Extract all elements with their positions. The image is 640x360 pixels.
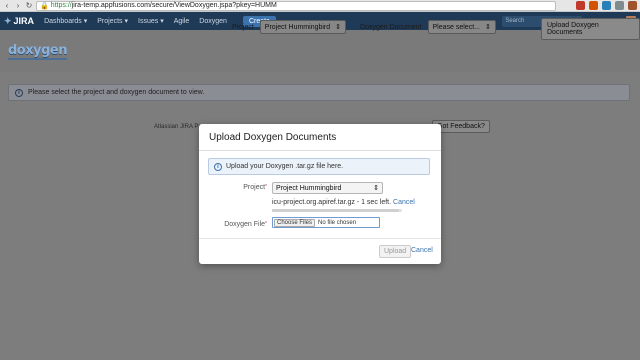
chevron-updown-icon: ⇕ xyxy=(373,185,379,192)
back-icon[interactable]: ‹ xyxy=(3,1,11,11)
dialog-info-text: Upload your Doxygen .tar.gz file here. xyxy=(226,163,344,170)
footer-text: Atlassian JIRA Pro xyxy=(154,124,204,130)
file-field-label: Doxygen File* xyxy=(209,221,267,228)
reload-icon[interactable]: ↻ xyxy=(25,1,33,11)
divider xyxy=(199,150,441,151)
info-icon: i xyxy=(214,162,222,171)
chevron-updown-icon: ⇕ xyxy=(484,24,491,31)
upload-progress-fill xyxy=(272,209,400,212)
extension-icons xyxy=(576,1,637,10)
upload-documents-button[interactable]: Upload Doxygen Documents xyxy=(541,18,640,40)
forward-icon[interactable]: › xyxy=(14,1,22,11)
avatar-icon[interactable] xyxy=(628,1,637,10)
jira-logo-icon: ✦ xyxy=(4,15,12,26)
info-banner: i Please select the project and doxygen … xyxy=(8,84,630,101)
project-field-label: Project* xyxy=(219,184,267,191)
extension-icon[interactable] xyxy=(602,1,611,10)
upload-status: icu-project.org.apiref.tar.gz - 1 sec le… xyxy=(272,199,415,206)
no-file-text: No file chosen xyxy=(318,219,357,226)
chevron-updown-icon: ⇕ xyxy=(335,24,342,31)
choose-files-button[interactable]: Choose Files xyxy=(274,218,316,227)
upload-button[interactable]: Upload xyxy=(379,245,412,258)
jira-logo[interactable]: ✦ JIRA xyxy=(4,16,34,27)
info-banner-text: Please select the project and doxygen do… xyxy=(28,89,205,96)
nav-issues[interactable]: Issues ▾ xyxy=(138,17,164,25)
extension-icon[interactable] xyxy=(615,1,624,10)
nav-dashboards[interactable]: Dashboards ▾ xyxy=(44,17,87,25)
upload-dialog: Upload Doxygen Documents i Upload your D… xyxy=(199,124,441,264)
required-marker: * xyxy=(265,184,267,190)
divider xyxy=(199,238,441,239)
project-select-value: Project Hummingbird xyxy=(264,23,331,31)
doc-selector: Project Project Hummingbird ⇕ Doxygen Do… xyxy=(232,20,496,34)
document-select[interactable]: Please select... ⇕ xyxy=(427,20,496,34)
cancel-button[interactable]: Cancel xyxy=(411,247,433,254)
extension-icon[interactable] xyxy=(576,1,585,10)
file-input[interactable]: Choose Files No file chosen xyxy=(272,217,380,228)
dialog-title: Upload Doxygen Documents xyxy=(209,132,337,143)
file-field-label-text: Doxygen File xyxy=(224,221,266,228)
dialog-info-message: i Upload your Doxygen .tar.gz file here. xyxy=(208,158,430,175)
info-icon: i xyxy=(15,88,23,97)
required-marker: * xyxy=(265,221,267,227)
document-select-value: Please select... xyxy=(432,23,480,31)
browser-toolbar: ‹ › ↻ 🔒 https:// jira-temp.appfusions.co… xyxy=(0,0,640,12)
nav-doxygen[interactable]: Doxygen xyxy=(199,18,227,25)
upload-status-text: icu-project.org.apiref.tar.gz - 1 sec le… xyxy=(272,199,392,206)
url-scheme: https:// xyxy=(50,2,72,9)
dialog-project-value: Project Hummingbird xyxy=(276,184,342,192)
extension-icon[interactable] xyxy=(589,1,598,10)
upload-progress-bar xyxy=(272,209,402,212)
document-label: Doxygen Document xyxy=(360,23,422,31)
dialog-project-select[interactable]: Project Hummingbird ⇕ xyxy=(272,182,383,194)
nav-agile[interactable]: Agile xyxy=(174,18,190,25)
project-select[interactable]: Project Hummingbird ⇕ xyxy=(259,20,347,34)
nav-projects[interactable]: Projects ▾ xyxy=(97,17,128,25)
url-path: jira-temp.appfusions.com/secure/ViewDoxy… xyxy=(71,2,277,9)
cancel-upload-link[interactable]: Cancel xyxy=(393,199,415,206)
search-placeholder: Search xyxy=(505,17,525,24)
doxygen-logo: doxygen xyxy=(8,42,67,60)
address-bar[interactable]: 🔒 https:// jira-temp.appfusions.com/secu… xyxy=(36,0,556,11)
project-field-label-text: Project xyxy=(243,184,266,191)
project-label: Project xyxy=(232,23,254,31)
lock-icon: 🔒 xyxy=(40,2,49,10)
jira-logo-text: JIRA xyxy=(13,16,35,26)
